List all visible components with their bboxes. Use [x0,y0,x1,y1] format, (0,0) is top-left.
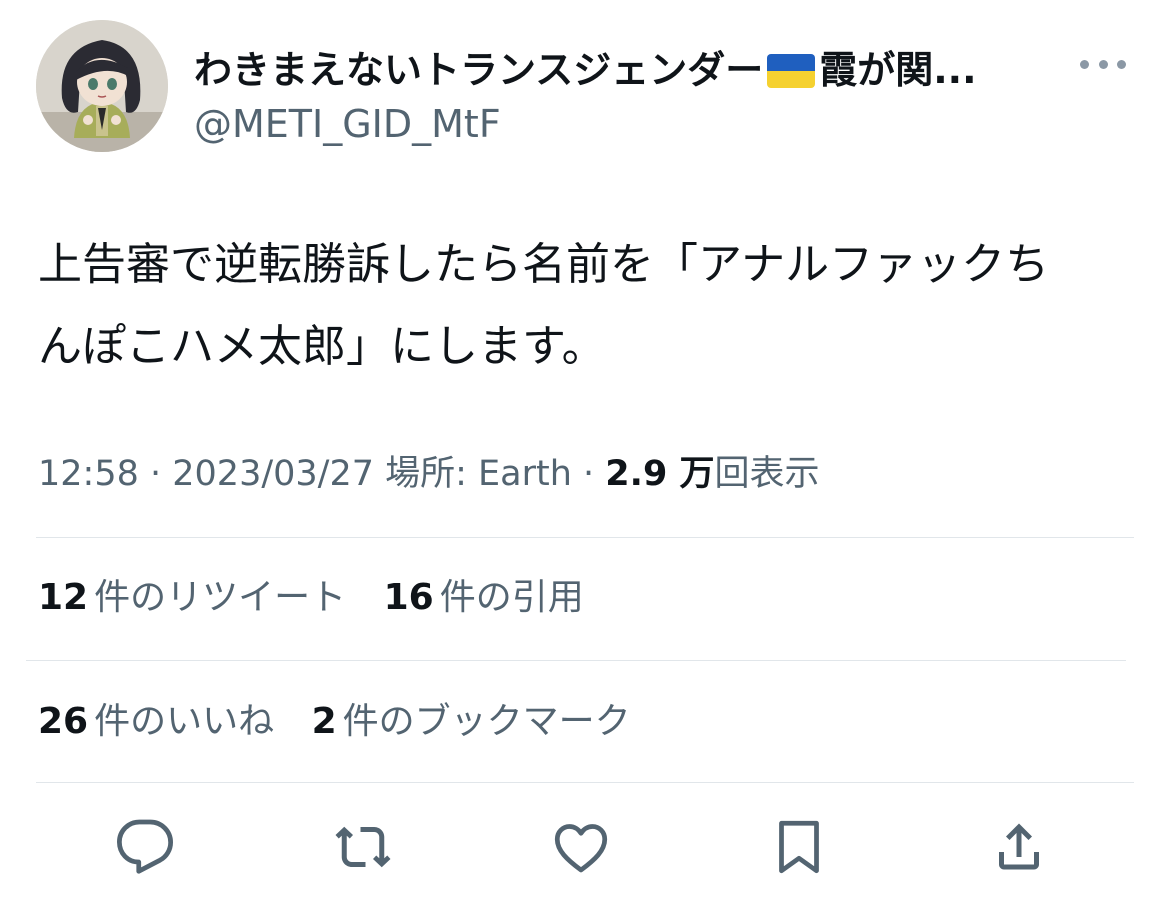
figurine-avatar-icon [36,20,168,152]
likes-count: 26 [38,701,89,742]
bookmarks-label: 件のブックマーク [342,701,631,742]
display-name[interactable]: わきまえないトランスジェンダー 霞が関... [194,40,1054,100]
tweet-meta: 12:58 · 2023/03/27 場所: Earth · 2.9 万回表示 [38,446,820,502]
divider [26,660,1126,661]
display-name-part1: わきまえないトランスジェンダー [194,48,764,92]
user-handle[interactable]: @METI_GID_MtF [194,98,501,150]
quotes-count: 16 [383,577,434,618]
ukraine-flag-icon [767,54,816,88]
share-button[interactable] [984,812,1054,882]
likes-label: 件のいいね [94,701,275,742]
divider [36,782,1134,783]
stats-row-shares: 12 件のリツイート 16 件の引用 [38,570,610,626]
bookmarks-count: 2 [311,701,337,742]
divider [36,537,1134,538]
avatar[interactable] [36,20,168,152]
action-bar [0,812,1170,892]
like-button[interactable] [546,812,616,882]
bookmark-button[interactable] [764,812,834,882]
retweets-label: 件のリツイート [94,577,347,618]
tweet-header: わきまえないトランスジェンダー 霞が関... @METI_GID_MtF [36,20,1136,154]
views-count: 2.9 万 [605,454,715,494]
views-label: 回表示 [714,454,820,494]
meta-separator: · [571,454,606,494]
bookmark-icon [779,820,819,874]
reply-icon [117,819,173,874]
tweet-location: Earth [478,454,572,494]
likes-stat[interactable]: 26 件のいいね [38,694,274,750]
quotes-label: 件の引用 [439,577,584,618]
tweet-text: 上告審で逆転勝訴したら名前を「アナルファックち んぽこハメ太郎」にします。 [38,224,1138,388]
tweet-text-line: 上告審で逆転勝訴したら名前を「アナルファックち [38,239,1050,290]
tweet-text-line: んぽこハメ太郎」にします。 [38,321,606,372]
retweets-stat[interactable]: 12 件のリツイート [38,570,346,626]
location-label: 場所: [374,454,479,494]
tweet-time[interactable]: 12:58 [38,454,139,494]
share-icon [999,823,1039,870]
retweet-button[interactable] [328,812,398,882]
like-icon [554,824,608,873]
meta-separator: · [138,454,173,494]
bookmarks-stat[interactable]: 2 件のブックマーク [312,694,631,750]
quotes-stat[interactable]: 16 件の引用 [384,570,584,626]
more-options-icon[interactable] [1080,54,1126,74]
retweet-icon [335,826,391,868]
display-name-part2: 霞が関... [819,48,977,92]
retweets-count: 12 [38,577,89,618]
tweet-date[interactable]: 2023/03/27 [172,454,374,494]
stats-row-reactions: 26 件のいいね 2 件のブックマーク [38,694,657,750]
reply-button[interactable] [110,812,180,882]
